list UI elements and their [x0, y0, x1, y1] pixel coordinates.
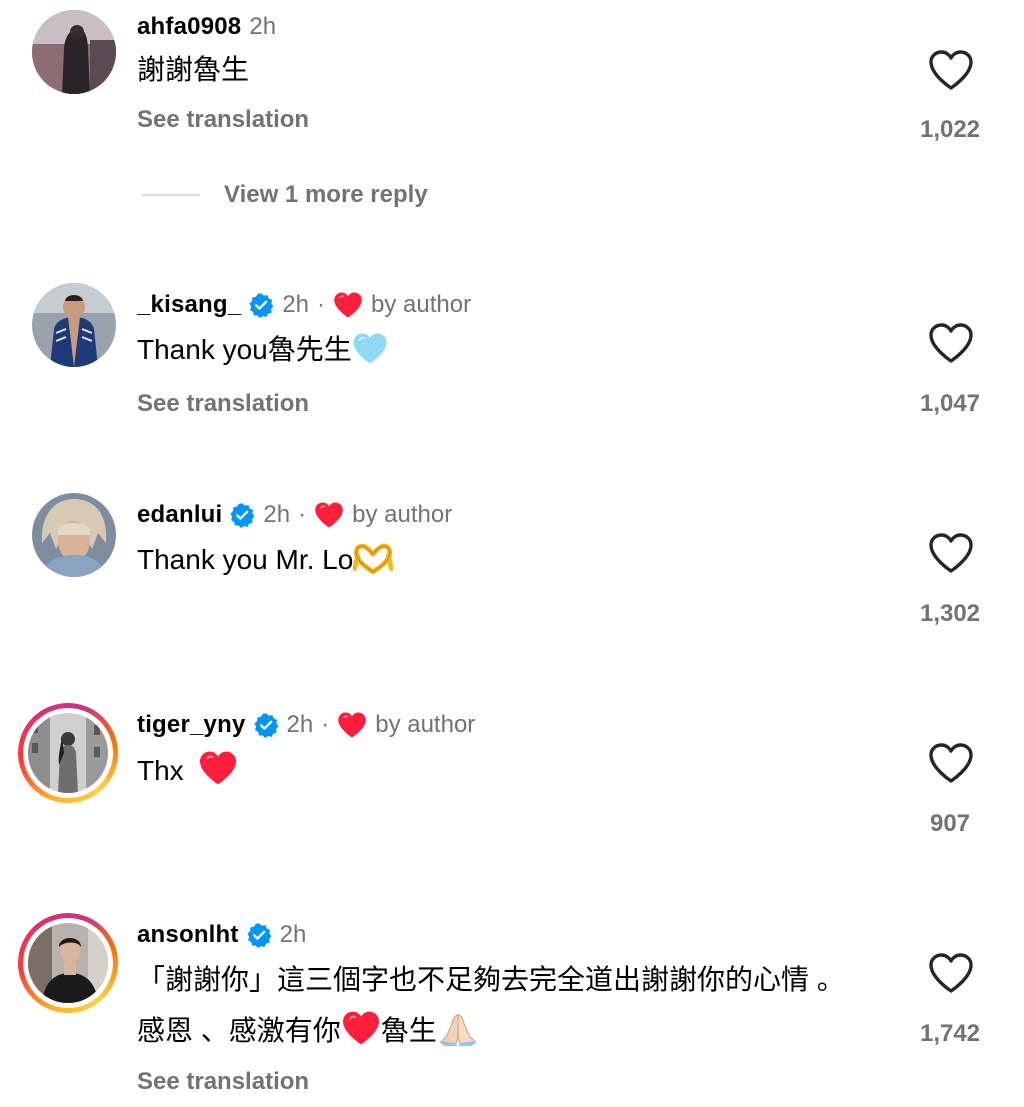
separator: · — [317, 291, 326, 318]
avatar — [28, 713, 108, 793]
comment-text-content: Thx — [137, 755, 184, 786]
comment-text-line-2: 感恩 、感激有你 魯生 — [137, 1010, 479, 1051]
comment-text: Thank you Mr. Lo — [137, 540, 394, 580]
verified-badge-icon — [229, 502, 255, 528]
timestamp: 2h — [282, 291, 310, 318]
comment-header: ansonlht 2h — [137, 918, 306, 952]
comment-header: _kisang_ 2h · by author — [137, 288, 471, 322]
red-heart-icon — [337, 711, 367, 739]
see-translation-button[interactable]: See translation — [137, 1068, 309, 1096]
see-translation-button[interactable]: See translation — [137, 390, 309, 418]
liked-by-author-label: by author — [371, 291, 472, 318]
like-count: 907 — [929, 810, 971, 837]
red-heart-emoji-icon — [341, 1010, 381, 1046]
timestamp: 2h — [249, 13, 277, 40]
avatar[interactable] — [32, 493, 116, 577]
username[interactable]: edanlui — [137, 501, 222, 529]
folded-hands-emoji-icon — [438, 1014, 477, 1046]
heart-outline-icon[interactable] — [926, 951, 976, 995]
liked-by-author-label: by author — [352, 501, 453, 528]
like-count: 1,742 — [919, 1020, 981, 1047]
comment-text-line-1: 「謝謝你」這三個字也不足夠去完全道出謝謝你的心情 。 — [137, 964, 845, 995]
red-heart-icon — [333, 291, 363, 319]
comment-header: edanlui 2h · by author — [137, 498, 452, 532]
light-blue-heart-emoji-icon — [352, 332, 388, 365]
heart-outline-icon[interactable] — [926, 741, 976, 785]
like-count: 1,302 — [919, 600, 981, 627]
avatar — [28, 923, 108, 1003]
comment-text: Thx — [137, 750, 238, 791]
username[interactable]: tiger_yny — [137, 711, 246, 739]
username[interactable]: ahfa0908 — [137, 13, 241, 41]
comment-text: Thank you魯先生 — [137, 330, 388, 370]
verified-badge-icon — [246, 922, 272, 948]
like-count: 1,022 — [919, 116, 981, 143]
comment-text-content: Thank you Mr. Lo — [137, 544, 354, 575]
story-ring[interactable] — [18, 913, 118, 1013]
timestamp: 2h — [263, 501, 291, 528]
comment-text-content: 感恩 、感激有你 — [137, 1015, 341, 1046]
comment-text-content: 魯生 — [380, 1015, 437, 1046]
avatar[interactable] — [32, 10, 116, 94]
separator: · — [298, 501, 307, 528]
avatar[interactable] — [32, 283, 116, 367]
like-count: 1,047 — [919, 390, 981, 417]
red-heart-icon — [314, 501, 344, 529]
separator: · — [321, 711, 330, 738]
timestamp: 2h — [286, 711, 314, 738]
verified-badge-icon — [253, 712, 279, 738]
heart-outline-icon[interactable] — [926, 48, 976, 92]
comment-header: ahfa0908 2h — [137, 10, 276, 44]
view-more-replies-button[interactable]: View 1 more reply — [142, 178, 428, 212]
liked-by-author-label: by author — [375, 711, 476, 738]
view-more-replies-label: View 1 more reply — [224, 181, 428, 208]
username[interactable]: ansonlht — [137, 921, 239, 949]
comment-text-content: Thank you魯先生 — [137, 334, 352, 365]
heart-outline-icon[interactable] — [926, 531, 976, 575]
comment-header: tiger_yny 2h · by author — [137, 708, 475, 742]
story-ring[interactable] — [18, 703, 118, 803]
timestamp: 2h — [279, 921, 307, 948]
red-heart-emoji-icon — [198, 750, 238, 786]
verified-badge-icon — [248, 292, 274, 318]
see-translation-button[interactable]: See translation — [137, 106, 309, 134]
username[interactable]: _kisang_ — [137, 291, 241, 319]
heart-outline-icon[interactable] — [926, 321, 976, 365]
heart-hands-emoji-icon — [353, 543, 394, 575]
comment-text: 謝謝魯生 — [137, 54, 250, 85]
divider — [142, 194, 200, 196]
